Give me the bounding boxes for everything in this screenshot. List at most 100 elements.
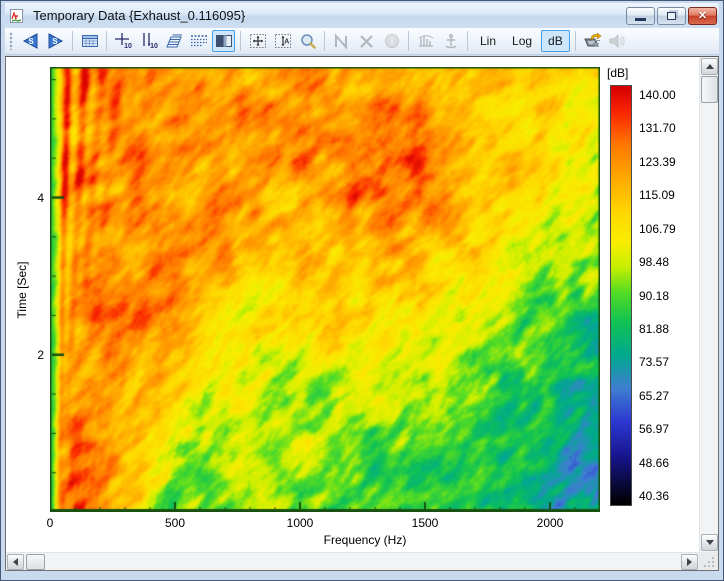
show-table-button[interactable] <box>78 30 101 52</box>
svg-text:10: 10 <box>150 43 158 50</box>
autoscale-xy-icon <box>249 33 267 49</box>
cursor-vertical-icon: 10 <box>139 32 159 50</box>
interpolate-curve-button[interactable] <box>330 30 353 52</box>
toolbar-separator <box>240 31 241 51</box>
colorbar-tick-label: 123.39 <box>639 155 676 169</box>
log-scale-button[interactable]: Log <box>505 30 539 52</box>
hold-icon <box>442 33 460 49</box>
delete-curve-icon <box>358 33 376 49</box>
vertical-scrollbar[interactable] <box>699 57 718 552</box>
scroll-left-button[interactable] <box>7 554 24 570</box>
zoom-button[interactable] <box>296 30 319 52</box>
resize-grip[interactable] <box>699 552 718 570</box>
app-window: Temporary Data {Exhaust_0.116095} ✕ S S <box>0 0 724 581</box>
colorbar-tick-label: 90.18 <box>639 289 669 303</box>
x-axis-label: Frequency (Hz) <box>90 533 640 547</box>
sections-view-button[interactable] <box>187 30 210 52</box>
cursor-horizontal-button[interactable]: 10 <box>112 30 135 52</box>
hold-button[interactable] <box>439 30 462 52</box>
x-tick-label: 0 <box>47 516 54 530</box>
colorbar-unit-label: [dB] <box>607 66 628 80</box>
colorbar <box>610 85 632 506</box>
svg-text:10: 10 <box>124 43 132 50</box>
lin-scale-button[interactable]: Lin <box>473 30 503 52</box>
colorbar-tick-label: 81.88 <box>639 322 669 336</box>
toolbar-separator <box>467 31 468 51</box>
spectrogram-canvas[interactable] <box>50 67 600 512</box>
restore-button[interactable] <box>657 7 686 25</box>
colorbar-tick-label: 115.09 <box>639 188 675 202</box>
vertical-scroll-thumb[interactable] <box>701 76 718 103</box>
app-icon <box>9 8 26 24</box>
step-back-button[interactable]: S <box>19 30 42 52</box>
x-tick-label: 2000 <box>537 516 564 530</box>
plot-client-area: Time [Sec] 42 0500100015002000 Frequency… <box>5 56 719 571</box>
toolbar-grip[interactable] <box>8 32 15 50</box>
svg-text:S: S <box>28 37 34 46</box>
titlebar[interactable]: Temporary Data {Exhaust_0.116095} ✕ <box>5 3 719 28</box>
colormap-view-button[interactable] <box>212 30 235 52</box>
colorbar-tick-label: 140.00 <box>639 88 676 102</box>
sections-icon <box>190 33 208 49</box>
horizontal-scroll-thumb[interactable] <box>26 554 45 570</box>
colorbar-tick-label: 65.27 <box>639 389 669 403</box>
colorbar-tick-label: 131.70 <box>639 121 676 135</box>
restore-icon <box>667 12 676 20</box>
cursor-horizontal-icon: 10 <box>114 32 134 50</box>
scroll-up-button[interactable] <box>701 58 718 75</box>
db-label: dB <box>548 34 563 48</box>
y-axis-tick-labels: 42 <box>26 67 46 512</box>
colorbar-tick-label: 40.36 <box>639 489 669 503</box>
harmonics-button[interactable] <box>414 30 437 52</box>
colormap-icon <box>215 33 233 49</box>
harmonics-icon <box>417 33 435 49</box>
svg-text:i: i <box>390 37 393 47</box>
interpolate-n-icon <box>333 33 351 49</box>
toolbar-separator <box>106 31 107 51</box>
colorbar-tick-label: 48.66 <box>639 456 669 470</box>
y-tick-label: 4 <box>37 191 44 205</box>
autoscale-y-button[interactable]: A <box>271 30 294 52</box>
resize-grip-icon <box>699 552 718 570</box>
info-button[interactable]: i <box>380 30 403 52</box>
log-label: Log <box>512 34 532 48</box>
close-icon: ✕ <box>698 9 707 22</box>
arrow-down-icon <box>706 540 714 545</box>
play-sound-button[interactable] <box>606 30 629 52</box>
info-icon: i <box>383 33 401 49</box>
arrow-right-icon <box>687 558 692 566</box>
step-forward-button[interactable]: S <box>44 30 67 52</box>
close-button[interactable]: ✕ <box>688 7 717 25</box>
y-tick-label: 2 <box>37 348 44 362</box>
table-icon <box>81 33 99 49</box>
waterfall-view-button[interactable] <box>162 30 185 52</box>
speaker-icon <box>608 33 626 49</box>
toolbar-separator <box>324 31 325 51</box>
waterfall-icon <box>165 33 183 49</box>
colorbar-tick-label: 98.48 <box>639 255 669 269</box>
scroll-right-button[interactable] <box>681 554 698 570</box>
x-tick-label: 500 <box>165 516 185 530</box>
colorbar-tick-label: 106.79 <box>639 222 676 236</box>
toolbar-separator <box>575 31 576 51</box>
db-scale-button[interactable]: dB <box>541 30 570 52</box>
horizontal-scrollbar[interactable] <box>6 552 699 570</box>
toolbar-separator <box>72 31 73 51</box>
toolbar: S S 10 <box>5 28 719 55</box>
x-tick-label: 1500 <box>412 516 439 530</box>
zoom-icon <box>299 33 317 49</box>
toolbar-separator <box>408 31 409 51</box>
minimize-icon <box>635 18 646 21</box>
colorbar-tick-label: 56.97 <box>639 422 669 436</box>
autoscale-y-icon: A <box>274 33 292 49</box>
x-axis-tick-labels: 0 500 1000 1500 2000 <box>50 516 600 530</box>
lin-label: Lin <box>480 34 496 48</box>
x-tick-label: 1000 <box>287 516 314 530</box>
overflow-chevron-icon[interactable] <box>591 40 601 48</box>
cursor-vertical-button[interactable]: 10 <box>137 30 160 52</box>
delete-curve-button[interactable] <box>355 30 378 52</box>
scroll-down-button[interactable] <box>701 534 718 551</box>
minimize-button[interactable] <box>626 7 655 25</box>
svg-text:A: A <box>284 39 289 46</box>
autoscale-xy-button[interactable] <box>246 30 269 52</box>
